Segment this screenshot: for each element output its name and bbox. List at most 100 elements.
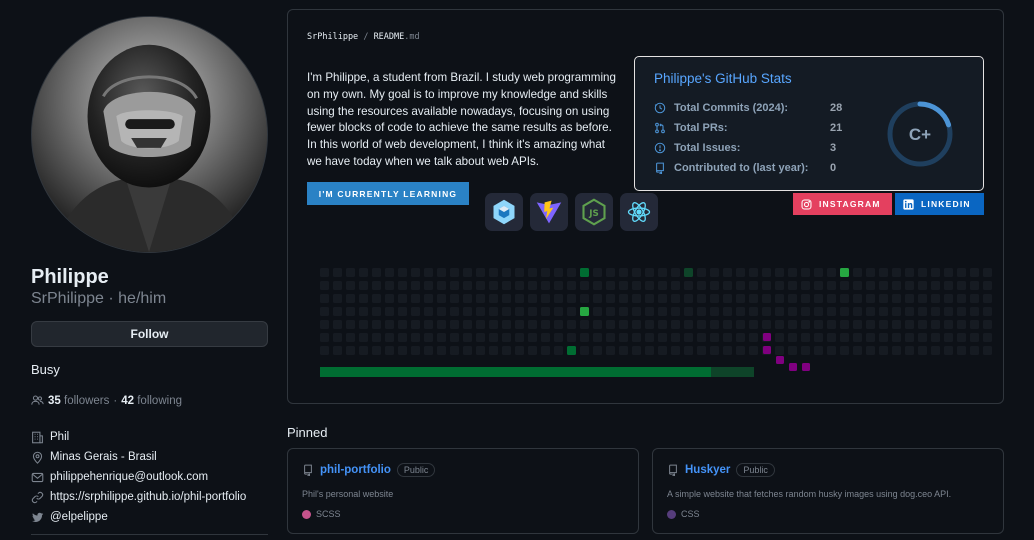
contribution-cell <box>619 294 628 303</box>
contribution-cell <box>970 281 979 290</box>
contribution-cell <box>762 294 771 303</box>
contribution-cell <box>385 346 394 355</box>
contribution-cell <box>957 294 966 303</box>
snake-segment <box>776 356 784 365</box>
contribution-cell <box>593 268 602 277</box>
contribution-cell <box>476 346 485 355</box>
contribution-cell <box>684 307 693 316</box>
contribution-cell <box>944 320 953 329</box>
profile-status[interactable]: Busy <box>31 362 60 377</box>
contribution-cell <box>593 346 602 355</box>
twitter-link[interactable]: @elpelippe <box>50 511 108 523</box>
contribution-cell <box>645 346 654 355</box>
contribution-cell <box>853 320 862 329</box>
contribution-cell <box>528 268 537 277</box>
contribution-cell <box>645 307 654 316</box>
contribution-cell <box>580 346 589 355</box>
contribution-cell <box>788 268 797 277</box>
contribution-cell <box>736 281 745 290</box>
contribution-cell <box>567 294 576 303</box>
stats-row-contributed: Contributed to (last year): 0 <box>654 160 836 176</box>
repo-language: SCSS <box>302 509 341 519</box>
detail-email[interactable]: philippehenrique@outlook.com <box>31 467 246 487</box>
nodejs-icon: JS <box>575 193 613 231</box>
link-icon <box>31 491 44 503</box>
contribution-cell <box>606 294 615 303</box>
contribution-cell <box>489 294 498 303</box>
contribution-cell <box>671 333 680 342</box>
contribution-cell <box>879 294 888 303</box>
contribution-cell <box>398 333 407 342</box>
contribution-cell <box>840 268 849 277</box>
contribution-cell <box>905 268 914 277</box>
detail-twitter[interactable]: @elpelippe <box>31 507 246 527</box>
contribution-cell <box>827 333 836 342</box>
contribution-cell <box>437 294 446 303</box>
repo-name-link[interactable]: phil-portfolio <box>320 464 391 476</box>
contribution-cell <box>879 333 888 342</box>
contribution-cell <box>619 320 628 329</box>
contribution-cell <box>684 268 693 277</box>
contribution-cell <box>320 268 329 277</box>
contribution-cell <box>788 307 797 316</box>
follow-button[interactable]: Follow <box>31 321 268 347</box>
contribution-cell <box>775 320 784 329</box>
pinned-title: Pinned <box>287 425 328 440</box>
contribution-cell <box>541 346 550 355</box>
contribution-cell <box>723 346 732 355</box>
contribution-cell <box>710 320 719 329</box>
following-link[interactable]: 42 following <box>121 395 182 407</box>
contribution-cell <box>463 346 472 355</box>
contribution-cell <box>476 307 485 316</box>
contribution-cell <box>632 294 641 303</box>
contribution-cell <box>983 294 992 303</box>
following-count: 42 <box>121 394 135 407</box>
contribution-cell <box>515 320 524 329</box>
language-label: CSS <box>681 509 700 519</box>
contribution-cell <box>333 333 342 342</box>
stats-value: 0 <box>830 162 837 174</box>
contribution-cell <box>346 281 355 290</box>
contribution-cell <box>801 333 810 342</box>
contribution-cell <box>450 281 459 290</box>
contribution-cell <box>385 281 394 290</box>
contribution-cell <box>437 268 446 277</box>
contribution-cell <box>359 333 368 342</box>
profile-avatar[interactable] <box>31 16 268 253</box>
website-link[interactable]: https://srphilippe.github.io/phil-portfo… <box>50 491 246 503</box>
contribution-cell <box>541 268 550 277</box>
linkedin-icon <box>903 198 914 210</box>
contribution-cell <box>801 268 810 277</box>
contribution-cell <box>684 281 693 290</box>
contribution-cell <box>424 333 433 342</box>
contribution-cell <box>359 268 368 277</box>
contribution-cell <box>424 320 433 329</box>
contribution-cell <box>645 281 654 290</box>
visibility-badge: Public <box>736 463 775 477</box>
stats-value: 21 <box>830 122 843 134</box>
contribution-cell <box>775 294 784 303</box>
contribution-cell <box>489 307 498 316</box>
repo-name-link[interactable]: Huskyer <box>685 464 730 476</box>
linkedin-label: LINKEDIN <box>921 199 971 209</box>
linkedin-badge[interactable]: LINKEDIN <box>895 193 984 215</box>
contribution-cell <box>710 346 719 355</box>
instagram-badge[interactable]: INSTAGRAM <box>793 193 892 215</box>
contribution-cell <box>749 294 758 303</box>
contribution-cell <box>515 346 524 355</box>
contribution-cell <box>814 268 823 277</box>
contribution-cell <box>684 333 693 342</box>
contribution-cell <box>918 268 927 277</box>
detail-website[interactable]: https://srphilippe.github.io/phil-portfo… <box>31 487 246 507</box>
contribution-cell <box>333 307 342 316</box>
contribution-cell <box>918 307 927 316</box>
readme-user-link[interactable]: SrPhilippe <box>307 32 358 42</box>
contribution-cell <box>931 346 940 355</box>
email-link[interactable]: philippehenrique@outlook.com <box>50 471 208 483</box>
followers-link[interactable]: 35 followers <box>48 395 109 407</box>
contribution-cell <box>476 320 485 329</box>
contribution-cell <box>723 281 732 290</box>
detail-company: Phil <box>31 427 246 447</box>
stats-value: 28 <box>830 102 843 114</box>
contribution-cell <box>697 320 706 329</box>
